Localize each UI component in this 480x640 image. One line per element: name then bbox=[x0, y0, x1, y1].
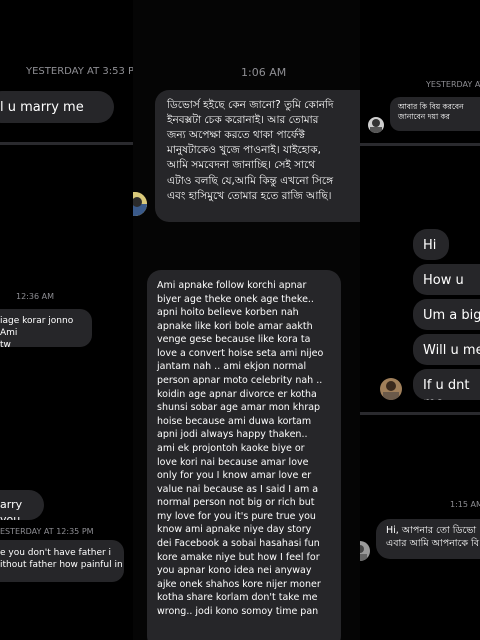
message-bubble: l u marry me bbox=[0, 91, 114, 123]
message-bubble-will-u-marry: Will u mer bbox=[413, 334, 480, 365]
timestamp-yesterday-353: YESTERDAY AT 3:53 P bbox=[26, 66, 135, 77]
avatar-image-icon bbox=[380, 378, 402, 400]
message-bubble: আবার কি বিয় করবেন জানাবেন দয়া কর bbox=[390, 97, 480, 131]
message-bubble-big-fan: Um a big f bbox=[413, 299, 480, 330]
avatar-image-icon bbox=[360, 541, 370, 561]
timestamp-115: 1:15 AM bbox=[450, 500, 480, 509]
sender-avatar bbox=[368, 117, 384, 133]
message-bubble: Hi, আপনার তো ডিভো এবার আমি আপনাকে বি bbox=[376, 519, 480, 559]
avatar-image-icon bbox=[133, 192, 147, 216]
timestamp-106: 1:06 AM bbox=[241, 66, 287, 79]
message-bubble: iage korar jonno Ami tw bbox=[0, 309, 92, 347]
message-bubble-if-u-dnt: If u dnt me bbox=[413, 369, 480, 400]
sender-avatar bbox=[360, 541, 370, 561]
timestamp-yesterday-1235: ESTERDAY AT 12:35 PM bbox=[0, 527, 94, 536]
message-bubble: arry you bbox=[0, 490, 44, 520]
long-message-bubble: Ami apnake follow korchi apnar biyer age… bbox=[147, 270, 341, 640]
sender-avatar bbox=[380, 378, 402, 400]
sender-avatar bbox=[133, 192, 147, 216]
message-bubble-how-u: How u bbox=[413, 264, 480, 295]
panel-divider bbox=[360, 143, 480, 146]
right-screenshot-panel: YESTERDAY AT 1 আবার কি বিয় করবেন জানাবে… bbox=[360, 0, 480, 640]
message-bubble: e you don't have father i ithout father … bbox=[0, 540, 124, 582]
center-screenshot-panel: 1:06 AM ডিভোর্স হইছে কেন জানো? তুমি কোনদ… bbox=[133, 0, 365, 640]
panel-divider bbox=[360, 412, 480, 415]
timestamp-yesterday-1: YESTERDAY AT 1 bbox=[426, 80, 480, 89]
timestamp-1236: 12:36 AM bbox=[16, 292, 54, 301]
bengali-message-bubble: ডিভোর্স হইছে কেন জানো? তুমি কোনদি ইনবক্স… bbox=[155, 90, 365, 222]
message-bubble-hi: Hi bbox=[413, 229, 449, 260]
avatar-image-icon bbox=[368, 117, 384, 133]
